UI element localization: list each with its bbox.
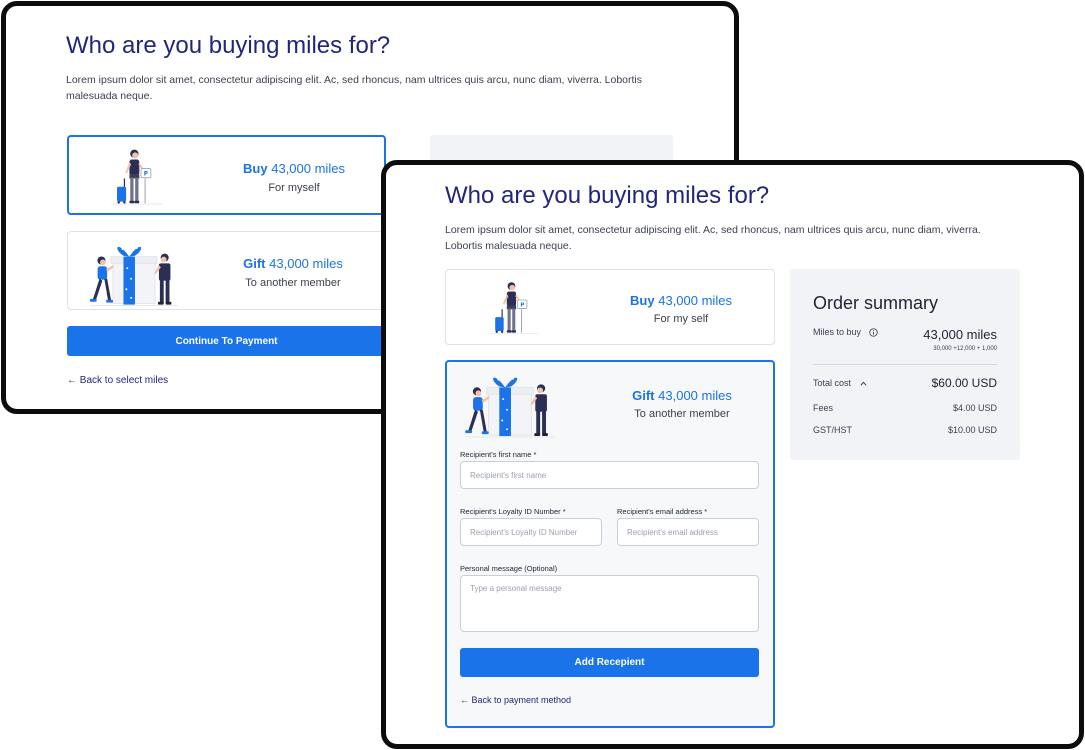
front-device-frame: Who are you buying miles for? Lorem ipsu… <box>381 160 1084 749</box>
buy-option-card[interactable]: Buy 43,000 miles For my self <box>445 269 775 345</box>
miles-breakdown: 30,000 +12,000 + 1,000 <box>933 346 997 352</box>
buy-option-title: Buy 43,000 miles <box>630 293 732 308</box>
miles-to-buy-label: Miles to buy <box>813 327 878 337</box>
page-description: Lorem ipsum dolor sit amet, consectetur … <box>66 74 643 102</box>
traveler-illustration <box>482 276 544 338</box>
page-description: Lorem ipsum dolor sit amet, consectetur … <box>445 224 981 252</box>
miles-to-buy-value: 43,000 miles <box>923 327 997 342</box>
page-title: Who are you buying miles for? <box>66 32 391 59</box>
personal-message-textarea[interactable] <box>460 575 759 632</box>
buy-option-title: Buy 43,000 miles <box>243 161 345 176</box>
gift-option-card[interactable]: Gift 43,000 miles To another member Reci… <box>445 360 775 728</box>
gift-illustration <box>463 368 557 438</box>
order-summary-panel: Order summary Miles to buy 43,000 miles … <box>790 269 1020 460</box>
gst-hst-label: GST/HST <box>813 425 853 435</box>
buy-option-card[interactable]: Buy 43,000 miles For myself <box>67 135 386 215</box>
gift-option-title: Gift 43,000 miles <box>632 388 732 403</box>
continue-to-payment-button[interactable]: Continue To Payment <box>67 326 386 356</box>
page-title: Who are you buying miles for? <box>445 182 770 209</box>
personal-message-label: Personal message (Optional) <box>460 564 558 573</box>
buy-option-subtitle: For myself <box>268 182 320 194</box>
gst-hst-value: $10.00 USD <box>947 425 997 435</box>
back-to-select-miles-link[interactable]: ← Back to select miles <box>67 375 168 386</box>
loyalty-id-label: Recipient's Loyalty ID Number * <box>460 507 566 516</box>
loyalty-id-input[interactable] <box>460 518 602 546</box>
gift-option-subtitle: To another member <box>634 408 730 420</box>
first-name-input[interactable] <box>460 461 759 489</box>
gift-option-subtitle: To another member <box>245 277 341 289</box>
fees-label: Fees <box>813 403 834 413</box>
email-input[interactable] <box>617 518 759 546</box>
email-label: Recipient's email address * <box>617 507 708 516</box>
info-icon[interactable] <box>868 328 878 337</box>
add-recipient-button[interactable]: Add Recepient <box>460 648 759 677</box>
chevron-up-icon <box>860 381 867 386</box>
first-name-label: Recipient's first name * <box>460 450 537 459</box>
buy-option-subtitle: For my self <box>653 313 709 325</box>
traveler-illustration <box>103 145 169 207</box>
order-summary-title: Order summary <box>813 293 939 313</box>
fees-value: $4.00 USD <box>952 403 997 413</box>
gift-option-title: Gift 43,000 miles <box>243 256 343 271</box>
summary-divider <box>813 364 997 365</box>
gift-option-card[interactable]: Gift 43,000 miles To another member <box>67 231 386 310</box>
total-cost-value: $60.00 USD <box>931 376 997 390</box>
back-to-payment-method-link[interactable]: ← Back to payment method <box>460 695 571 705</box>
gift-illustration <box>88 237 180 307</box>
total-cost-toggle[interactable]: Total cost <box>813 378 867 388</box>
